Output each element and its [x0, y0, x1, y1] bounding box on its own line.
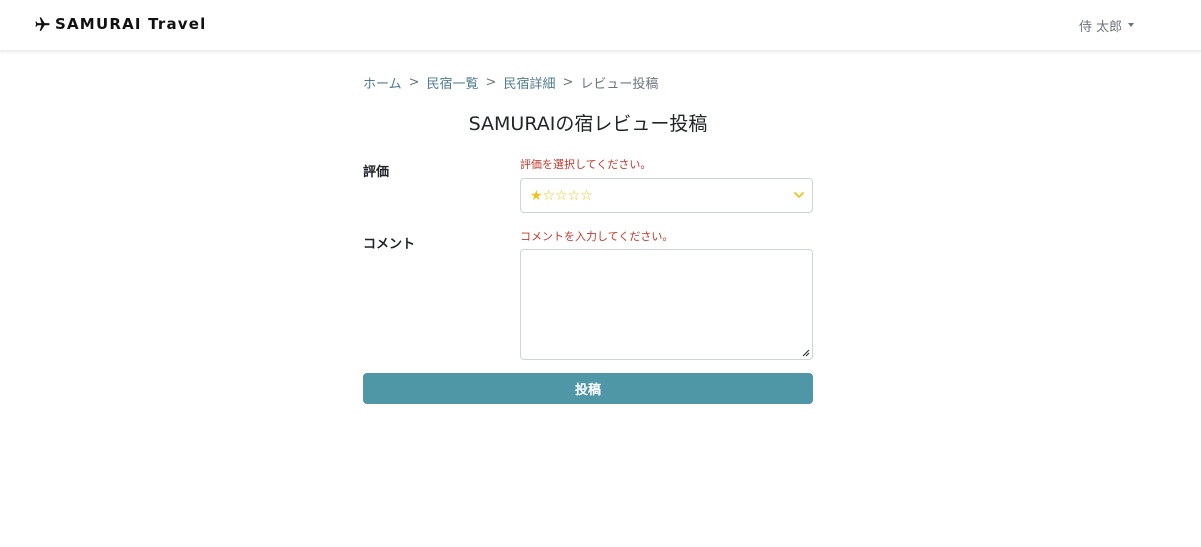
user-menu-dropdown[interactable]: 侍 太郎: [1079, 15, 1135, 35]
comment-label: コメント: [363, 237, 416, 252]
breadcrumb: ホーム > 民宿一覧 > 民宿詳細 > レビュー投稿: [363, 73, 659, 92]
user-name: 侍 太郎: [1079, 19, 1123, 35]
breadcrumb-home-link[interactable]: ホーム: [363, 73, 402, 92]
comment-error-message: コメントを入力してください。: [520, 230, 674, 243]
breadcrumb-separator: >: [408, 74, 420, 90]
page-title: SAMURAIの宿レビュー投稿: [468, 113, 708, 135]
breadcrumb-separator: >: [562, 74, 574, 90]
brand-logo-link[interactable]: SAMURAI Travel: [34, 13, 206, 35]
submit-review-button[interactable]: 投稿: [363, 373, 813, 404]
comment-textarea[interactable]: [520, 249, 813, 360]
caret-down-icon: [1128, 23, 1135, 27]
rating-select[interactable]: ★☆☆☆☆: [520, 178, 813, 213]
resize-handle-icon[interactable]: [800, 347, 810, 357]
rating-error-message: 評価を選択してください。: [520, 158, 652, 171]
breadcrumb-inn-detail-link[interactable]: 民宿詳細: [503, 73, 555, 92]
navbar: SAMURAI Travel 侍 太郎: [0, 0, 1201, 51]
breadcrumb-current: レビュー投稿: [580, 76, 659, 92]
brand-name: SAMURAI Travel: [55, 15, 207, 33]
chevron-down-icon: [794, 192, 804, 198]
breadcrumb-separator: >: [485, 74, 497, 90]
rating-selected-value: ★☆☆☆☆: [530, 187, 593, 204]
airplane-icon: [35, 16, 50, 31]
breadcrumb-inn-list-link[interactable]: 民宿一覧: [427, 73, 479, 92]
rating-label: 評価: [363, 165, 390, 180]
